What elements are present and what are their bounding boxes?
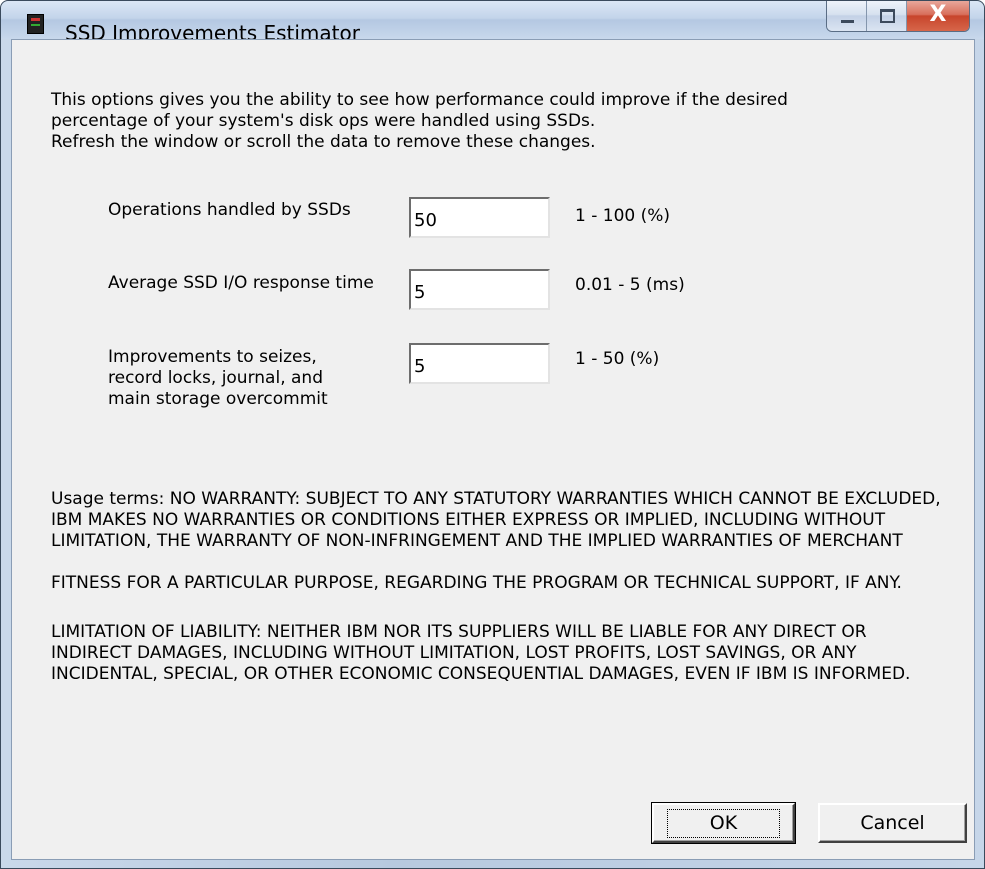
ssd-response-time-range: 0.01 - 5 (ms): [575, 275, 685, 295]
dialog-window: SSD Improvements Estimator X This option…: [0, 0, 985, 869]
ssd-operations-input[interactable]: [409, 197, 550, 238]
ok-button[interactable]: OK: [651, 802, 796, 844]
usage-terms: Usage terms: NO WARRANTY: SUBJECT TO ANY…: [51, 489, 951, 552]
ssd-operations-range: 1 - 100 (%): [575, 206, 671, 226]
improvements-input[interactable]: [409, 343, 550, 384]
usage-terms-continued: FITNESS FOR A PARTICULAR PURPOSE, REGARD…: [51, 573, 951, 594]
close-icon: X: [929, 2, 947, 27]
minimize-icon: [841, 20, 854, 23]
intro-line: Refresh the window or scroll the data to…: [51, 132, 596, 152]
intro-line: percentage of your system's disk ops wer…: [51, 111, 596, 131]
app-icon[interactable]: [27, 14, 44, 34]
ssd-operations-label: Operations handled by SSDs: [108, 200, 351, 220]
liability-text: LIMITATION OF LIABILITY: NEITHER IBM NOR…: [51, 622, 911, 684]
cancel-button[interactable]: Cancel: [818, 803, 967, 843]
liability-terms: LIMITATION OF LIABILITY: NEITHER IBM NOR…: [51, 622, 951, 685]
ssd-response-time-input[interactable]: [409, 269, 550, 310]
maximize-button[interactable]: [867, 1, 907, 31]
cancel-button-label: Cancel: [860, 811, 925, 834]
close-button[interactable]: X: [907, 1, 969, 31]
title-bar[interactable]: SSD Improvements Estimator X: [1, 1, 984, 45]
intro-line: This options gives you the ability to se…: [51, 90, 788, 110]
usage-terms-text-2: FITNESS FOR A PARTICULAR PURPOSE, REGARD…: [51, 573, 902, 593]
minimize-button[interactable]: [827, 1, 867, 31]
ok-button-label: OK: [666, 808, 781, 838]
ssd-response-time-label: Average SSD I/O response time: [108, 273, 374, 293]
dialog-client-area: This options gives you the ability to se…: [11, 39, 975, 860]
maximize-icon: [880, 9, 895, 23]
improvements-label: Improvements to seizes, record locks, jo…: [108, 347, 328, 409]
usage-terms-text: Usage terms: NO WARRANTY: SUBJECT TO ANY…: [51, 489, 941, 551]
caption-buttons: X: [826, 1, 970, 32]
intro-text: This options gives you the ability to se…: [51, 90, 931, 153]
improvements-range: 1 - 50 (%): [575, 349, 660, 369]
